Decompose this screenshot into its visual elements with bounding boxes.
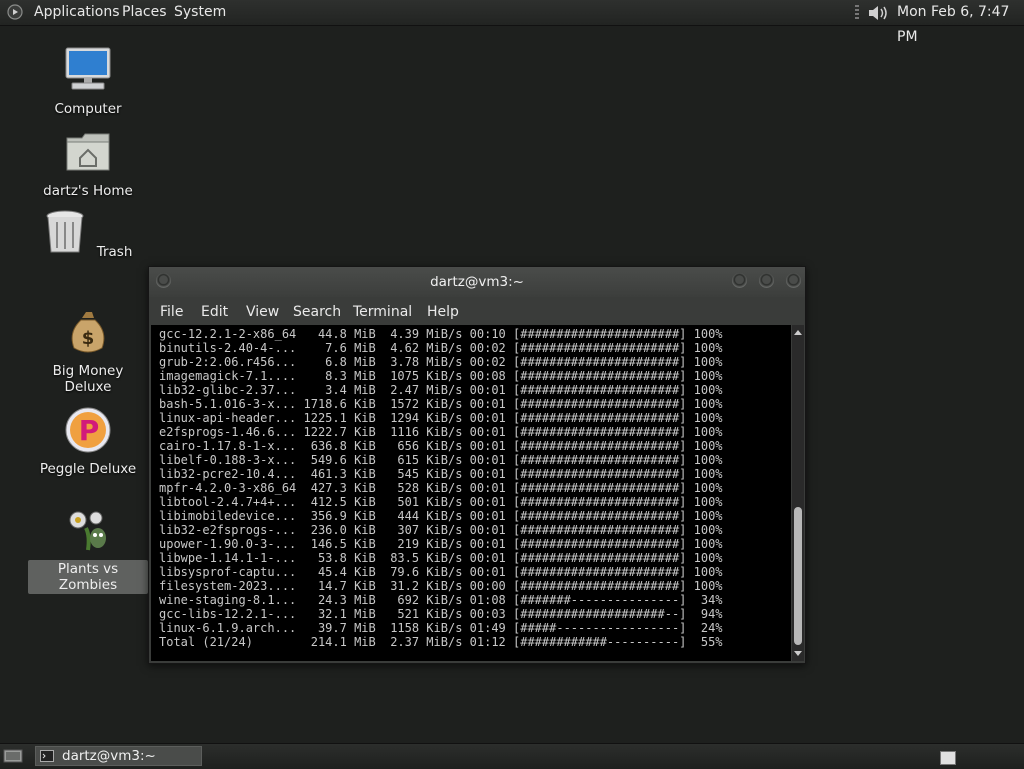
terminal-line: libwpe-1.14.1-1-... 53.8 KiB 83.5 KiB/s … (159, 551, 723, 565)
scroll-thumb[interactable] (794, 507, 802, 645)
terminal-line: wine-staging-8.1... 24.3 MiB 692 KiB/s 0… (159, 593, 723, 607)
menu-edit[interactable]: Edit (201, 297, 228, 325)
desktop-icon-label: Trash (96, 244, 133, 260)
terminal-output[interactable]: gcc-12.2.1-2-x86_64 44.8 MiB 4.39 MiB/s … (151, 325, 791, 661)
output-lines: gcc-12.2.1-2-x86_64 44.8 MiB 4.39 MiB/s … (159, 327, 723, 649)
peggle-icon: P (65, 407, 111, 453)
system-menu[interactable]: System (174, 0, 226, 25)
desktop-icon-trash[interactable]: Trash (28, 208, 148, 261)
desktop-icon-home[interactable]: dartz's Home (28, 128, 148, 200)
terminal-line: lib32-pcre2-10.4... 461.3 KiB 545 KiB/s … (159, 467, 723, 481)
svg-text:$: $ (82, 328, 95, 349)
trash-icon (46, 210, 84, 253)
window-title: dartz@vm3:~ (430, 274, 524, 290)
menu-search[interactable]: Search (293, 297, 341, 325)
desktop-icon-label: Big Money Deluxe (52, 363, 124, 395)
minimize-button[interactable] (732, 273, 747, 288)
close-button[interactable] (786, 273, 801, 288)
terminal-icon (40, 750, 54, 762)
scroll-up-arrow-icon[interactable] (792, 327, 804, 337)
desktop-icon-big-money[interactable]: $ Big Money Deluxe (28, 308, 148, 396)
terminal-line: Total (21/24) 214.1 MiB 2.37 MiB/s 01:12… (159, 635, 723, 649)
applications-menu[interactable]: Applications (34, 0, 120, 25)
terminal-line: e2fsprogs-1.46.6... 1222.7 KiB 1116 KiB/… (159, 425, 723, 439)
terminal-line: filesystem-2023.... 14.7 KiB 31.2 KiB/s … (159, 579, 723, 593)
terminal-line: libelf-0.188-3-x... 549.6 KiB 615 KiB/s … (159, 453, 723, 467)
terminal-line: lib32-glibc-2.37... 3.4 MiB 2.47 MiB/s 0… (159, 383, 723, 397)
desktop-icon-computer[interactable]: Computer (28, 46, 148, 118)
terminal-line: grub-2:2.06.r456... 6.8 MiB 3.78 MiB/s 0… (159, 355, 723, 369)
desktop-icon-label: dartz's Home (43, 183, 133, 199)
top-panel: Applications Places System Mon Feb 6, 7:… (0, 0, 1024, 45)
terminal-line: gcc-libs-12.2.1-... 32.1 MiB 521 KiB/s 0… (159, 607, 723, 621)
taskbar-terminal-button[interactable]: dartz@vm3:~ (35, 746, 202, 766)
terminal-line: gcc-12.2.1-2-x86_64 44.8 MiB 4.39 MiB/s … (159, 327, 723, 341)
maximize-button[interactable] (759, 273, 774, 288)
menu-help[interactable]: Help (427, 297, 459, 325)
bottom-panel: dartz@vm3:~ (0, 743, 1024, 769)
show-desktop-icon[interactable] (3, 748, 23, 764)
desktop-icon-label: Peggle Deluxe (39, 461, 137, 477)
menu-view[interactable]: View (246, 297, 279, 325)
scrollbar[interactable] (792, 325, 804, 661)
terminal-line: libimobiledevice... 356.9 KiB 444 KiB/s … (159, 509, 723, 523)
applications-menu-icon[interactable] (7, 4, 23, 20)
title-bar[interactable]: dartz@vm3:~ (149, 267, 805, 297)
money-bag-icon: $ (71, 312, 105, 353)
terminal-line: upower-1.90.0-3-... 146.5 KiB 219 KiB/s … (159, 537, 723, 551)
desktop-icon-label: Plants vs Zombies (28, 560, 148, 594)
terminal-line: binutils-2.40-4-... 7.6 MiB 4.62 MiB/s 0… (159, 341, 723, 355)
terminal-line: cairo-1.17.8-1-x... 636.8 KiB 656 KiB/s … (159, 439, 723, 453)
volume-icon[interactable] (866, 3, 890, 23)
home-folder-icon (66, 133, 110, 171)
terminal-line: imagemagick-7.1.... 8.3 MiB 1075 KiB/s 0… (159, 369, 723, 383)
terminal-window[interactable]: dartz@vm3:~ File Edit View Search Termin… (148, 266, 806, 664)
workspace-switcher[interactable] (940, 751, 956, 765)
scroll-down-arrow-icon[interactable] (792, 649, 804, 659)
panel-handle (855, 5, 859, 21)
computer-icon (65, 47, 111, 90)
places-menu[interactable]: Places (122, 0, 167, 25)
menu-bar: File Edit View Search Terminal Help (149, 297, 805, 325)
terminal-line: bash-5.1.016-3-x... 1718.6 KiB 1572 KiB/… (159, 397, 723, 411)
terminal-line: mpfr-4.2.0-3-x86_64 427.3 KiB 528 KiB/s … (159, 481, 723, 495)
terminal-line: lib32-e2fsprogs-... 236.0 KiB 307 KiB/s … (159, 523, 723, 537)
menu-file[interactable]: File (160, 297, 183, 325)
menu-terminal[interactable]: Terminal (353, 297, 412, 325)
svg-text:P: P (79, 414, 100, 447)
clock[interactable]: Mon Feb 6, 7:47 PM (897, 0, 1024, 45)
desktop-icon-plants-vs-zombies[interactable]: Plants vs Zombies (28, 506, 148, 594)
plants-vs-zombies-icon (69, 511, 106, 551)
terminal-line: libtool-2.4.7+4+... 412.5 KiB 501 KiB/s … (159, 495, 723, 509)
terminal-line: linux-api-header... 1225.1 KiB 1294 KiB/… (159, 411, 723, 425)
taskbar-label: dartz@vm3:~ (62, 748, 156, 764)
desktop-icon-peggle[interactable]: P Peggle Deluxe (28, 406, 148, 478)
terminal-line: libsysprof-captu... 45.4 KiB 79.6 KiB/s … (159, 565, 723, 579)
terminal-line: linux-6.1.9.arch... 39.7 MiB 1158 KiB/s … (159, 621, 723, 635)
desktop-icon-label: Computer (54, 101, 122, 117)
